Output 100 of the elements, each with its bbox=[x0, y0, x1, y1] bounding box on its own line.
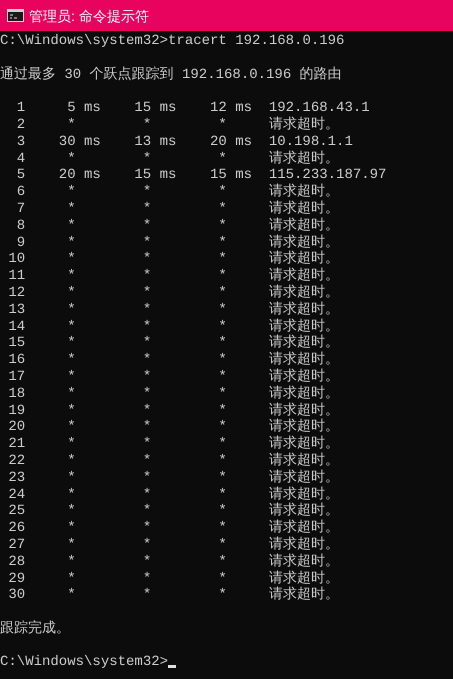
round-trip-time: 20 ms bbox=[210, 134, 252, 151]
hop-number: 2 bbox=[16, 116, 26, 134]
hop-number: 28 bbox=[7, 554, 26, 570]
hop-number: 30 bbox=[7, 587, 26, 604]
hop-host: 请求超时。 bbox=[268, 368, 339, 386]
hop-number: 10 bbox=[7, 251, 26, 268]
timeout-mark: * bbox=[67, 116, 76, 134]
timeout-mark: * bbox=[67, 284, 76, 302]
timeout-mark: * bbox=[218, 436, 227, 453]
timeout-mark: * bbox=[142, 520, 152, 537]
hop-number: 13 bbox=[7, 302, 26, 319]
hop-host: 请求超时。 bbox=[268, 318, 339, 335]
timeout-mark: * bbox=[218, 402, 227, 420]
timeout-mark: * bbox=[142, 536, 152, 554]
round-trip-time: 5 ms bbox=[67, 100, 101, 117]
hop-number: 24 bbox=[7, 486, 26, 504]
hop-host: 115.233.187.97 bbox=[268, 167, 386, 184]
hop-host: 请求超时。 bbox=[268, 200, 339, 218]
hop-number: 26 bbox=[7, 520, 26, 537]
hop-number: 11 bbox=[7, 268, 26, 285]
timeout-mark: * bbox=[142, 587, 152, 604]
round-trip-time: 15 ms bbox=[210, 167, 252, 184]
hop-number: 23 bbox=[7, 470, 26, 487]
window-title: 管理员: 命令提示符 bbox=[29, 8, 149, 22]
hop-number: 12 bbox=[7, 284, 26, 302]
command-line: C:\Windows\system32>tracert 192.168.0.196 bbox=[0, 33, 344, 49]
timeout-mark: * bbox=[218, 503, 227, 520]
round-trip-time: 20 ms bbox=[58, 167, 101, 184]
hop-host: 请求超时。 bbox=[268, 419, 339, 436]
timeout-mark: * bbox=[142, 554, 152, 570]
timeout-mark: * bbox=[142, 234, 152, 252]
hop-number: 16 bbox=[7, 352, 26, 369]
hop-host: 请求超时。 bbox=[268, 520, 339, 536]
hop-host: 请求超时。 bbox=[268, 536, 339, 554]
timeout-mark: * bbox=[142, 570, 152, 588]
timeout-mark: * bbox=[67, 486, 76, 504]
timeout-mark: * bbox=[67, 452, 76, 470]
trace-header: 通过最多 30 个跃点跟踪到 192.168.0.196 的路由 bbox=[0, 66, 342, 83]
hop-number: 22 bbox=[7, 452, 26, 470]
timeout-mark: * bbox=[218, 368, 227, 386]
hop-number: 18 bbox=[7, 386, 26, 403]
timeout-mark: * bbox=[218, 268, 227, 285]
timeout-mark: * bbox=[67, 302, 76, 319]
hop-host: 请求超时。 bbox=[268, 554, 339, 570]
hop-number: 9 bbox=[16, 234, 26, 252]
timeout-mark: * bbox=[67, 419, 76, 436]
trace-complete-message: 跟踪完成。 bbox=[0, 620, 70, 637]
timeout-mark: * bbox=[142, 318, 152, 336]
hop-host: 请求超时。 bbox=[268, 284, 339, 302]
timeout-mark: * bbox=[67, 520, 76, 537]
hop-host: 192.168.43.1 bbox=[268, 100, 370, 116]
hop-host: 请求超时。 bbox=[268, 218, 339, 234]
hop-number: 6 bbox=[16, 184, 26, 201]
hop-number: 17 bbox=[7, 368, 26, 386]
hop-number: 14 bbox=[7, 318, 26, 336]
timeout-mark: * bbox=[142, 218, 152, 235]
timeout-mark: * bbox=[218, 318, 227, 336]
timeout-mark: * bbox=[218, 520, 227, 537]
hop-host: 请求超时。 bbox=[268, 587, 339, 604]
round-trip-time: 30 ms bbox=[58, 134, 101, 151]
timeout-mark: * bbox=[142, 251, 152, 268]
timeout-mark: * bbox=[142, 386, 152, 403]
timeout-mark: * bbox=[218, 352, 227, 369]
hop-number: 1 bbox=[16, 100, 26, 117]
timeout-mark: * bbox=[218, 251, 227, 268]
hop-host: 请求超时。 bbox=[268, 436, 339, 452]
hop-host: 请求超时。 bbox=[268, 234, 339, 251]
timeout-mark: * bbox=[67, 503, 76, 520]
hop-number: 25 bbox=[7, 503, 26, 520]
timeout-mark: * bbox=[218, 116, 227, 134]
hop-host: 请求超时。 bbox=[268, 386, 339, 402]
timeout-mark: * bbox=[218, 234, 227, 252]
timeout-mark: * bbox=[67, 234, 76, 252]
timeout-mark: * bbox=[67, 352, 76, 369]
round-trip-time: 15 ms bbox=[134, 100, 176, 117]
timeout-mark: * bbox=[142, 302, 152, 319]
hop-host: 请求超时。 bbox=[268, 335, 339, 352]
hop-host: 请求超时。 bbox=[268, 184, 339, 200]
text-cursor bbox=[168, 665, 176, 668]
timeout-mark: * bbox=[142, 268, 152, 285]
timeout-mark: * bbox=[67, 536, 76, 554]
hop-number: 27 bbox=[7, 536, 26, 554]
hop-number: 8 bbox=[16, 218, 26, 235]
timeout-mark: * bbox=[218, 150, 227, 168]
hop-number: 3 bbox=[16, 134, 26, 151]
timeout-mark: * bbox=[142, 200, 152, 218]
hop-number: 4 bbox=[16, 150, 26, 168]
hop-host: 请求超时。 bbox=[268, 150, 339, 168]
timeout-mark: * bbox=[67, 386, 76, 403]
timeout-mark: * bbox=[67, 570, 76, 588]
timeout-mark: * bbox=[142, 402, 152, 420]
timeout-mark: * bbox=[218, 302, 227, 319]
timeout-mark: * bbox=[218, 536, 227, 554]
timeout-mark: * bbox=[142, 184, 152, 201]
timeout-mark: * bbox=[142, 150, 152, 168]
timeout-mark: * bbox=[142, 503, 152, 520]
timeout-mark: * bbox=[142, 116, 152, 134]
timeout-mark: * bbox=[142, 335, 152, 352]
timeout-mark: * bbox=[218, 419, 227, 436]
timeout-mark: * bbox=[142, 284, 152, 302]
